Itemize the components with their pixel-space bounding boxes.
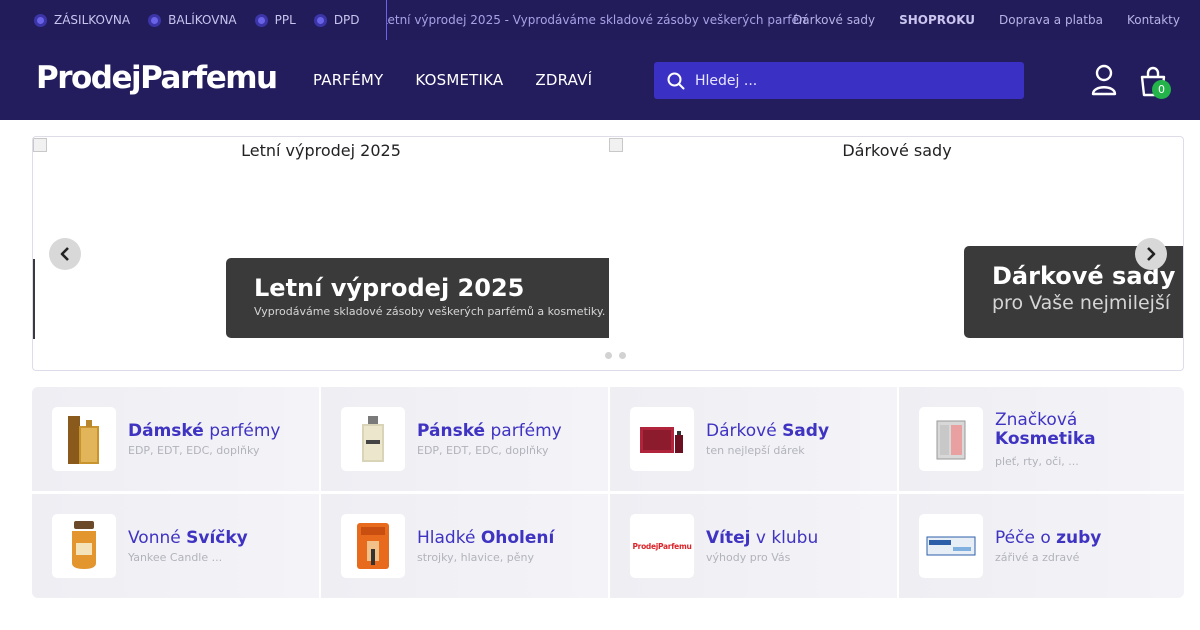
perfume-bottle-icon: [341, 407, 405, 471]
nav-zdravi[interactable]: ZDRAVÍ: [535, 71, 592, 89]
search-icon[interactable]: [667, 72, 685, 90]
carrier-dot-icon: [313, 13, 327, 27]
category-title-bold: zuby: [1056, 527, 1102, 548]
carrier-label: PPL: [274, 13, 296, 27]
category-title-bold: Sady: [782, 420, 830, 441]
carrier-ppl: PPL: [254, 13, 296, 27]
slide-subtitle: Vyprodáváme skladové zásoby veškerých pa…: [254, 305, 606, 318]
category-subtitle: výhody pro Vás: [706, 550, 791, 564]
top-bar: ZÁSILKOVNA BALÍKOVNA PPL DPD Letní výpro…: [0, 0, 1200, 40]
category-subtitle: EDP, EDT, EDC, doplňky: [128, 443, 260, 457]
link-doprava-a-platba[interactable]: Doprava a platba: [999, 13, 1103, 27]
site-logo[interactable]: ProdejParfemu: [36, 60, 278, 96]
slide-caption: Letní výprodej 2025 Vyprodáváme skladové…: [226, 258, 609, 338]
main-nav: PARFÉMY KOSMETIKA ZDRAVÍ: [313, 40, 592, 120]
gift-box-icon: [630, 407, 694, 471]
carrier-list: ZÁSILKOVNA BALÍKOVNA PPL DPD: [34, 0, 360, 40]
category-subtitle: ten nejlepší dárek: [706, 443, 805, 457]
category-title-bold: Oholení: [480, 527, 555, 548]
razor-pack-icon: [341, 514, 405, 578]
carrier-balikovna: BALÍKOVNA: [148, 13, 237, 27]
club-logo-icon: ProdejParfemu: [630, 514, 694, 578]
category-subtitle: Yankee Candle ...: [128, 550, 223, 564]
category-subtitle: strojky, hlavice, pěny: [417, 550, 534, 564]
perfume-bottle-icon: [52, 407, 116, 471]
carrier-zasilkovna: ZÁSILKOVNA: [34, 13, 130, 27]
category-subtitle: pleť, rty, oči, ...: [995, 454, 1079, 468]
category-znackova-kosmetika[interactable]: Značková Kosmetika pleť, rty, oči, ...: [899, 387, 1184, 491]
carrier-label: ZÁSILKOVNA: [54, 13, 131, 27]
slider-dot[interactable]: [619, 352, 626, 359]
makeup-palette-icon: [919, 407, 983, 471]
link-darkove-sady[interactable]: Dárkové sady: [793, 13, 875, 27]
nav-kosmetika[interactable]: KOSMETIKA: [415, 71, 503, 89]
carrier-label: BALÍKOVNA: [168, 13, 237, 27]
chevron-right-icon: [1147, 247, 1156, 261]
slide-image-alt: Dárkové sady: [842, 141, 952, 160]
user-account-icon[interactable]: [1090, 64, 1118, 96]
top-links: Dárkové sady SHOPROKU Doprava a platba K…: [793, 0, 1180, 40]
promo-ticker[interactable]: Letní výprodej 2025 - Vyprodáváme sklado…: [386, 0, 806, 40]
promo-ticker-text: Letní výprodej 2025 - Vyprodáváme sklado…: [387, 13, 806, 27]
category-title-pre: Značková: [995, 409, 1078, 430]
search-input[interactable]: [695, 72, 995, 89]
cart-count-badge: 0: [1152, 80, 1171, 99]
category-title-bold: Dámské: [128, 420, 204, 441]
candle-jar-icon: [52, 514, 116, 578]
category-damske-parfemy[interactable]: Dámské parfémy EDP, EDT, EDC, doplňky: [32, 387, 319, 491]
slider-pagination: [605, 352, 626, 359]
category-panske-parfemy[interactable]: Pánské parfémy EDP, EDT, EDC, doplňky: [321, 387, 608, 491]
slide-darkove-sady[interactable]: Dárkové sady Dárkové sady pro Vaše nejmi…: [609, 137, 1183, 370]
slider-dot[interactable]: [605, 352, 612, 359]
carrier-dot-icon: [34, 13, 47, 27]
toothpaste-icon: [919, 514, 983, 578]
nav-parfemy[interactable]: PARFÉMY: [313, 71, 383, 89]
category-hladke-oholeni[interactable]: Hladké Oholení strojky, hlavice, pěny: [321, 494, 608, 598]
category-title-post: v klubu: [750, 527, 819, 548]
hero-slider: Letní výprodej 2025 Letní výprodej 2025 …: [32, 136, 1184, 371]
link-shoproku[interactable]: SHOPROKU: [899, 13, 975, 27]
category-title-bold: Vítej: [706, 527, 751, 548]
slide-letni-vyprodej[interactable]: Letní výprodej 2025 Letní výprodej 2025 …: [33, 137, 609, 370]
category-title-bold: Pánské: [417, 420, 486, 441]
site-header: ProdejParfemu PARFÉMY KOSMETIKA ZDRAVÍ: [0, 40, 1200, 120]
club-logo-text: ProdejParfemu: [632, 541, 692, 551]
carrier-dot-icon: [148, 13, 162, 27]
category-grid: Dámské parfémy EDP, EDT, EDC, doplňky Pá…: [32, 387, 1184, 598]
carrier-label: DPD: [333, 13, 360, 27]
carrier-dot-icon: [254, 13, 268, 27]
category-title-pre: Hladké: [417, 527, 481, 548]
category-title-pre: Dárkové: [706, 420, 783, 441]
category-pece-o-zuby[interactable]: Péče o zuby zářivé a zdravé: [899, 494, 1184, 598]
category-title-pre: Péče o: [995, 527, 1057, 548]
slide-image-alt: Letní výprodej 2025: [241, 141, 401, 160]
chevron-left-icon: [60, 247, 69, 261]
category-title-pre: Vonné: [128, 527, 187, 548]
link-kontakty[interactable]: Kontakty: [1127, 13, 1180, 27]
category-title-post: parfémy: [203, 420, 281, 441]
category-title-bold: Svíčky: [186, 527, 248, 548]
slide-edge: [33, 259, 35, 339]
slide-title: Letní výprodej 2025: [254, 274, 525, 302]
slider-prev-button[interactable]: [49, 238, 81, 270]
category-title-post: parfémy: [485, 420, 562, 441]
carrier-dpd: DPD: [313, 13, 360, 27]
category-title-bold: Kosmetika: [995, 428, 1096, 449]
slider-next-button[interactable]: [1135, 238, 1167, 270]
category-vonne-svicky[interactable]: Vonné Svíčky Yankee Candle ...: [32, 494, 319, 598]
category-subtitle: EDP, EDT, EDC, doplňky: [417, 443, 549, 457]
category-darkove-sady[interactable]: Dárkové Sady ten nejlepší dárek: [610, 387, 897, 491]
category-vitej-v-klubu[interactable]: ProdejParfemu Vítej v klubu výhody pro V…: [610, 494, 897, 598]
search-bar: [654, 62, 1024, 99]
category-subtitle: zářivé a zdravé: [995, 550, 1080, 564]
slide-subtitle: pro Vaše nejmilejší: [992, 292, 1171, 314]
